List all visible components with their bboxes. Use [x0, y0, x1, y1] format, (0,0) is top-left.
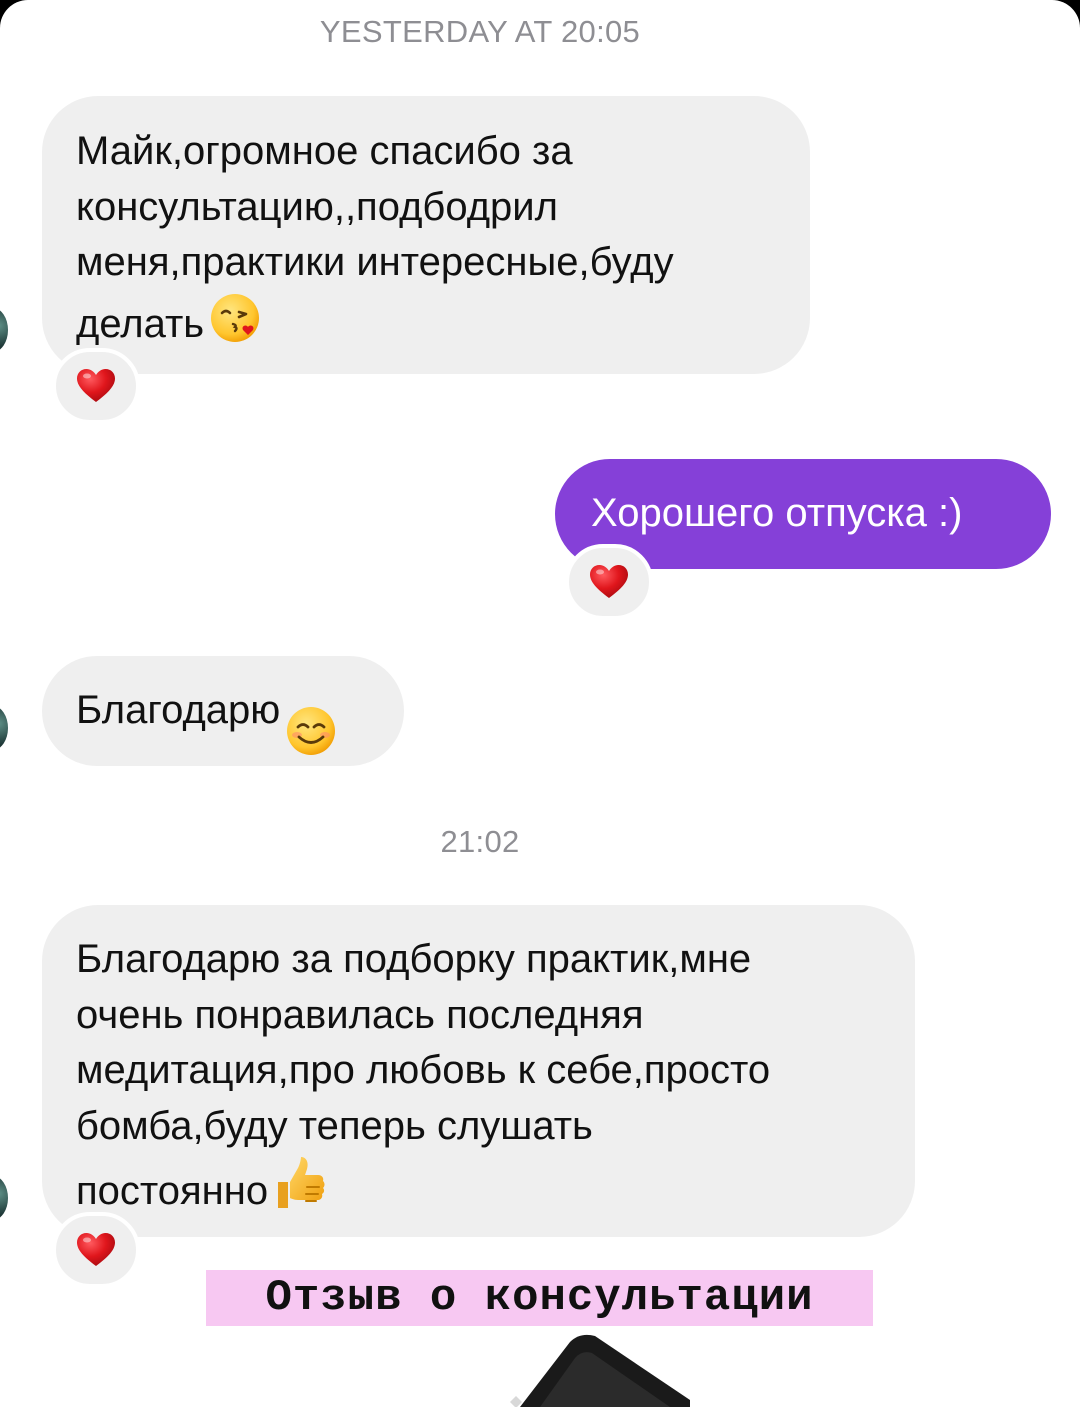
- sender-avatar[interactable]: [0, 706, 8, 750]
- red-heart-icon: [76, 1232, 116, 1268]
- red-heart-icon: [589, 564, 629, 600]
- sender-avatar[interactable]: [0, 1176, 8, 1220]
- heart-reaction-badge[interactable]: [52, 348, 140, 424]
- message-text: Благодарю за подборку практик,мне очень …: [76, 937, 771, 1213]
- red-heart-icon: [76, 368, 116, 404]
- sender-avatar[interactable]: [0, 308, 8, 352]
- kissing-heart-emoji-icon: [208, 291, 262, 361]
- message-text: Благодарю: [76, 688, 281, 733]
- smiling-face-emoji-icon: [284, 649, 338, 774]
- date-divider: YESTERDAY AT 20:05: [319, 14, 641, 49]
- heart-reaction-badge[interactable]: [565, 544, 653, 620]
- message-text: Хорошего отпуска :): [591, 491, 963, 536]
- graduation-cap-sticker: [500, 1330, 700, 1407]
- message-text-block: Майк,огромное спасибо за консультацию,,п…: [76, 124, 796, 360]
- chat-screen: YESTERDAY AT 20:05 Майк,огромное спасибо…: [0, 0, 1080, 1407]
- story-caption-text: Отзыв о консультации: [206, 1270, 873, 1326]
- heart-reaction-badge[interactable]: [52, 1212, 140, 1288]
- incoming-message-bubble[interactable]: Благодарю: [42, 656, 404, 766]
- thumbs-up-emoji-icon: [272, 1154, 328, 1228]
- message-text: Майк,огромное спасибо за консультацию,,п…: [76, 129, 674, 346]
- message-text-block: Благодарю за подборку практик,мне очень …: [76, 932, 906, 1228]
- time-divider: 21:02: [440, 824, 520, 859]
